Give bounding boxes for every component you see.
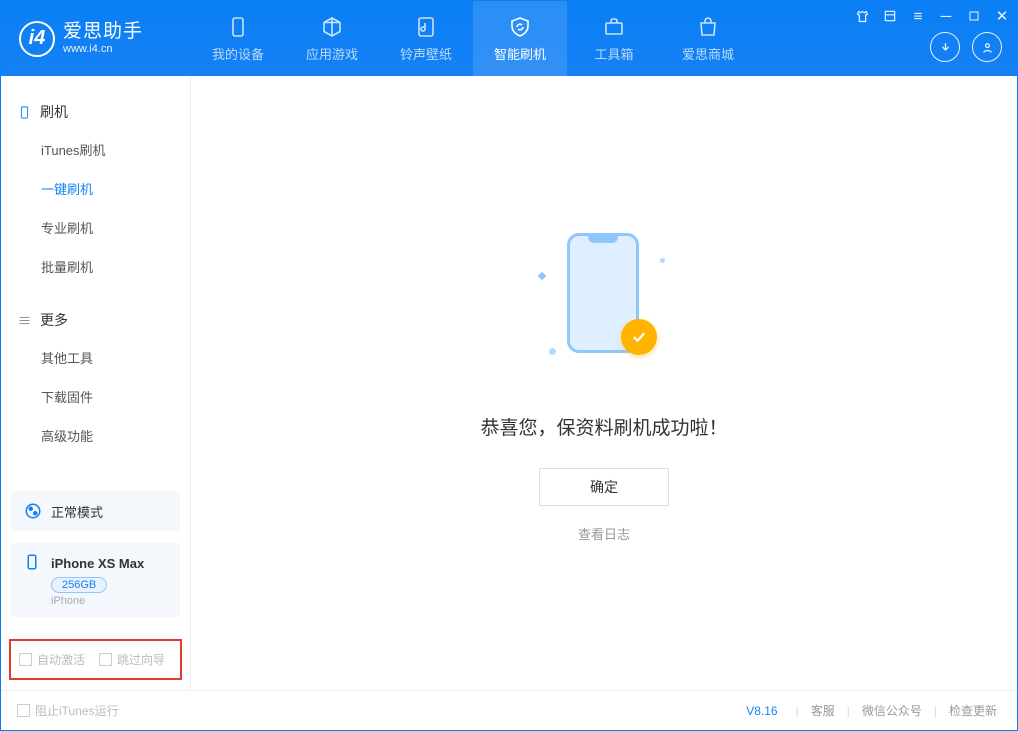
user-button[interactable] <box>972 32 1002 62</box>
download-button[interactable] <box>930 32 960 62</box>
nav-flash[interactable]: 智能刷机 <box>473 1 567 76</box>
device-storage-chip: 256GB <box>51 577 107 593</box>
sidebar-item-itunes-flash[interactable]: iTunes刷机 <box>1 130 190 169</box>
refresh-shield-icon <box>507 14 533 40</box>
checkbox-auto-activate[interactable]: 自动激活 <box>19 651 85 668</box>
highlighted-options-box: 自动激活 跳过向导 <box>9 639 182 680</box>
phone-icon <box>225 14 251 40</box>
ok-button[interactable]: 确定 <box>539 468 669 506</box>
sidebar-item-advanced[interactable]: 高级功能 <box>1 416 190 455</box>
app-url: www.i4.cn <box>63 43 143 55</box>
sidebar-item-onekey-flash[interactable]: 一键刷机 <box>1 169 190 208</box>
sidebar-section-flash: 刷机 <box>1 94 190 130</box>
sidebar-item-batch-flash[interactable]: 批量刷机 <box>1 247 190 286</box>
sidebar-item-download-firmware[interactable]: 下载固件 <box>1 377 190 416</box>
footer-wechat-link[interactable]: 微信公众号 <box>858 702 926 719</box>
sidebar-item-pro-flash[interactable]: 专业刷机 <box>1 208 190 247</box>
cube-icon <box>319 14 345 40</box>
list-icon <box>17 313 32 328</box>
device-card-icon <box>23 553 43 573</box>
menu-icon[interactable] <box>880 6 900 26</box>
sidebar-section-more: 更多 <box>1 302 190 338</box>
version-label: V8.16 <box>746 704 777 718</box>
footer-update-link[interactable]: 检查更新 <box>945 702 1001 719</box>
nav-store[interactable]: 爱思商城 <box>661 1 755 76</box>
briefcase-icon <box>601 14 627 40</box>
logo-icon: i4 <box>19 21 55 57</box>
success-message: 恭喜您，保资料刷机成功啦！ <box>480 413 727 440</box>
footer-bar: 阻止iTunes运行 V8.16 | 客服 | 微信公众号 | 检查更新 <box>1 690 1017 730</box>
mode-icon <box>23 501 43 521</box>
sidebar: 刷机 iTunes刷机 一键刷机 专业刷机 批量刷机 更多 其他工具 下载固件 … <box>1 76 191 690</box>
bag-icon <box>695 14 721 40</box>
mode-label: 正常模式 <box>51 502 103 521</box>
checkbox-skip-wizard[interactable]: 跳过向导 <box>99 651 165 668</box>
app-logo: i4 爱思助手 www.i4.cn <box>1 1 191 76</box>
music-file-icon <box>413 14 439 40</box>
nav-toolbox[interactable]: 工具箱 <box>567 1 661 76</box>
minimize-icon[interactable]: ─ <box>936 6 956 26</box>
list-icon[interactable]: ≡ <box>908 6 928 26</box>
device-name: iPhone XS Max <box>51 556 144 571</box>
footer-support-link[interactable]: 客服 <box>807 702 839 719</box>
main-content: 恭喜您，保资料刷机成功啦！ 确定 查看日志 <box>191 76 1017 690</box>
success-illustration <box>529 223 679 373</box>
view-log-link[interactable]: 查看日志 <box>578 524 630 543</box>
check-badge-icon <box>621 319 657 355</box>
device-icon <box>17 105 32 120</box>
shirt-icon[interactable] <box>852 6 872 26</box>
close-icon[interactable]: ✕ <box>992 6 1012 26</box>
checkbox-block-itunes[interactable]: 阻止iTunes运行 <box>17 702 119 719</box>
title-bar: i4 爱思助手 www.i4.cn 我的设备 应用游戏 铃声壁纸 智能刷机 工具… <box>1 1 1017 76</box>
mode-card[interactable]: 正常模式 <box>11 491 180 531</box>
device-card[interactable]: iPhone XS Max 256GB iPhone <box>11 543 180 617</box>
maximize-icon[interactable] <box>964 6 984 26</box>
nav-ringtones[interactable]: 铃声壁纸 <box>379 1 473 76</box>
app-name: 爱思助手 <box>63 22 143 43</box>
nav-device[interactable]: 我的设备 <box>191 1 285 76</box>
nav-apps[interactable]: 应用游戏 <box>285 1 379 76</box>
titlebar-circle-buttons <box>930 32 1002 62</box>
sidebar-item-other-tools[interactable]: 其他工具 <box>1 338 190 377</box>
window-controls: ≡ ─ ✕ <box>852 6 1012 26</box>
device-type: iPhone <box>51 595 168 607</box>
